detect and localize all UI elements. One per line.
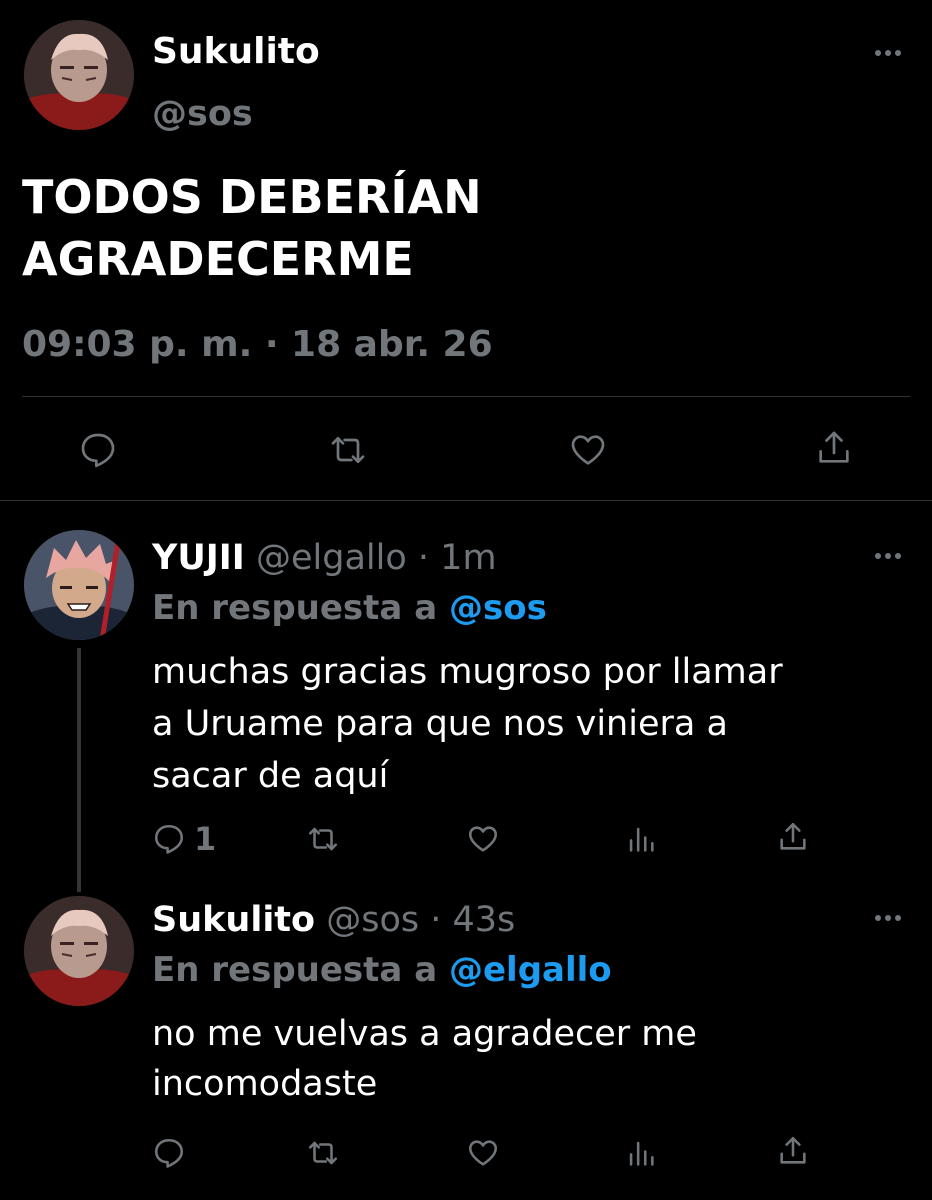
reply-icon[interactable] bbox=[152, 1136, 186, 1170]
avatar[interactable] bbox=[24, 896, 134, 1006]
reply-header: YUJII @elgallo · 1m bbox=[152, 536, 497, 580]
retweet-icon[interactable] bbox=[306, 1136, 340, 1170]
avatar[interactable] bbox=[24, 530, 134, 640]
share-icon[interactable] bbox=[776, 1134, 810, 1168]
tweet-timestamp[interactable]: 09:03 p. m. · 18 abr. 26 bbox=[22, 322, 493, 368]
mention-link[interactable]: @sos bbox=[449, 588, 547, 628]
reply-prefix: En respuesta a bbox=[152, 950, 438, 990]
reply-text-line-1: muchas gracias mugroso por llamar bbox=[152, 652, 783, 692]
thread-line bbox=[77, 648, 81, 892]
reply-context: En respuesta a @elgallo bbox=[152, 948, 612, 992]
reply-context: En respuesta a @sos bbox=[152, 586, 547, 630]
like-icon[interactable] bbox=[568, 430, 608, 470]
analytics-icon[interactable] bbox=[624, 1136, 658, 1170]
more-options-icon[interactable] bbox=[873, 47, 903, 59]
share-icon[interactable] bbox=[814, 428, 854, 468]
more-options-icon[interactable] bbox=[873, 550, 903, 562]
display-name[interactable]: Sukulito bbox=[152, 900, 315, 940]
reply-text-line-1: no me vuelvas a agradecer me bbox=[152, 1014, 697, 1054]
more-options-icon[interactable] bbox=[873, 912, 903, 924]
reply-time[interactable]: · 1m bbox=[418, 538, 497, 578]
display-name[interactable]: YUJII bbox=[152, 538, 245, 578]
reply-text-line-2: a Uruame para que nos viniera a bbox=[152, 704, 728, 744]
like-icon[interactable] bbox=[466, 822, 500, 856]
reply-text-line-2: incomodaste bbox=[152, 1064, 378, 1104]
display-name[interactable]: Sukulito bbox=[152, 30, 320, 74]
reply-count: 1 bbox=[194, 820, 217, 858]
handle[interactable]: @sos bbox=[326, 900, 419, 940]
retweet-icon[interactable] bbox=[328, 430, 368, 470]
divider bbox=[0, 500, 932, 501]
handle[interactable]: @sos bbox=[152, 92, 253, 136]
divider bbox=[22, 396, 910, 397]
analytics-icon[interactable] bbox=[624, 822, 658, 856]
avatar[interactable] bbox=[24, 20, 134, 130]
handle[interactable]: @elgallo bbox=[256, 538, 407, 578]
reply-icon[interactable] bbox=[152, 822, 186, 856]
reply-prefix: En respuesta a bbox=[152, 588, 438, 628]
share-icon[interactable] bbox=[776, 820, 810, 854]
reply-header: Sukulito @sos · 43s bbox=[152, 898, 515, 942]
like-icon[interactable] bbox=[466, 1136, 500, 1170]
reply-time[interactable]: · 43s bbox=[430, 900, 515, 940]
reply-icon[interactable] bbox=[78, 430, 118, 470]
reply-text-line-3: sacar de aquí bbox=[152, 756, 389, 796]
tweet-text-line-1: TODOS DEBERÍAN bbox=[22, 170, 482, 224]
retweet-icon[interactable] bbox=[306, 822, 340, 856]
tweet-text-line-2: AGRADECERME bbox=[22, 232, 414, 286]
mention-link[interactable]: @elgallo bbox=[449, 950, 612, 990]
